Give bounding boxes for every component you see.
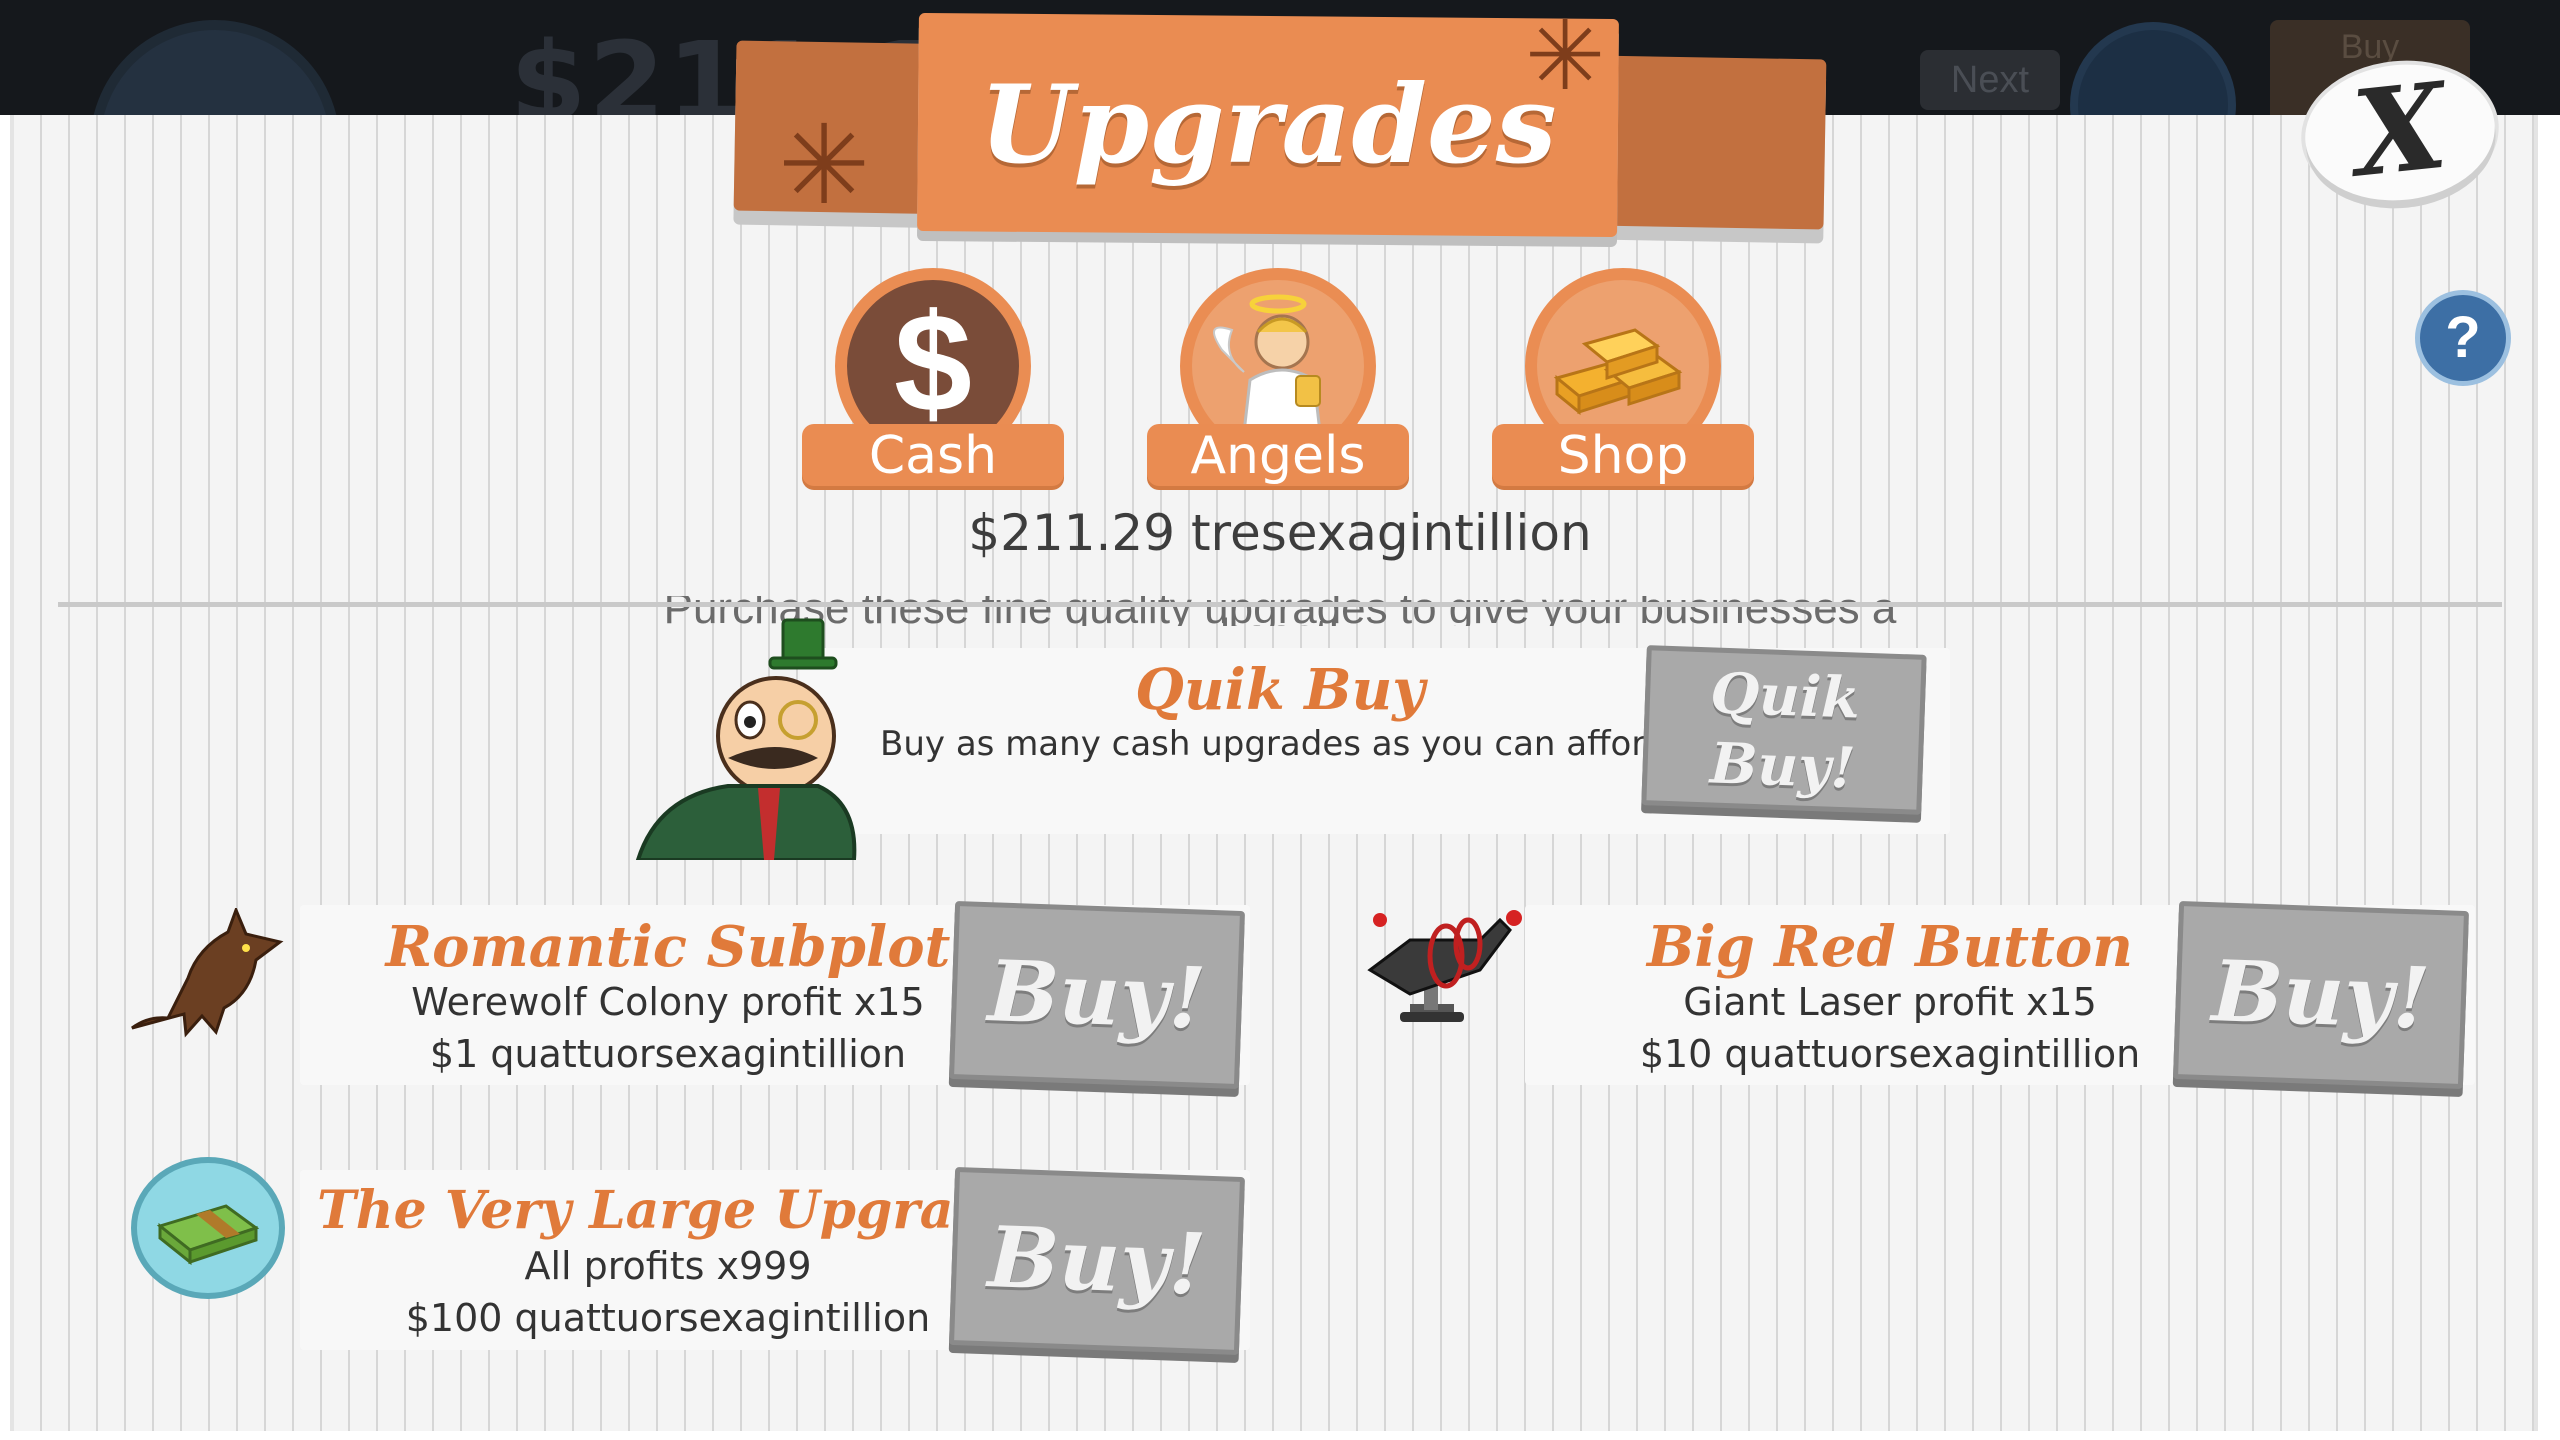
upgrade-cost: $1 quattuorsexagintillion [429, 1032, 907, 1076]
upgrade-title: Romantic Subplot [385, 914, 951, 980]
section-divider [58, 602, 2502, 607]
upgrade-effect: Werewolf Colony profit x15 [411, 980, 925, 1024]
tab-angels[interactable]: Angels [1147, 268, 1409, 488]
quik-buy-button-line1: Quik [1709, 660, 1862, 732]
upgrade-cost: $100 quattuorsexagintillion [405, 1296, 931, 1340]
quik-buy-title: Quik Buy [1135, 657, 1425, 723]
background-next-button: Next [1920, 50, 2060, 110]
tab-shop-label: Shop [1492, 424, 1754, 486]
upgrade-effect: Giant Laser profit x15 [1683, 980, 2097, 1024]
buy-button-big-red-button[interactable]: Buy! [2172, 900, 2470, 1090]
background-business-icon [90, 20, 340, 115]
upgrade-cost: $10 quattuorsexagintillion [1639, 1032, 2141, 1076]
quik-buy-description: Buy as many cash upgrades as you can aff… [880, 724, 1680, 764]
asterisk-decoration-left-icon: ✳ [778, 101, 871, 229]
quik-buy-button[interactable]: Quik Buy! [1641, 645, 1927, 815]
tab-shop[interactable]: Shop [1492, 268, 1754, 488]
upgrade-effect: All profits x999 [524, 1244, 812, 1288]
page-title: Upgrades [979, 62, 1557, 188]
tab-cash[interactable]: $ Cash [802, 268, 1064, 488]
background-manager-icon [2070, 22, 2236, 115]
balance-display: $211.29 tresexagintillion [968, 504, 1592, 562]
tab-cash-label: Cash [802, 424, 1064, 486]
mascot-icon [618, 608, 858, 862]
laser-gun-icon [1350, 900, 1530, 1040]
money-stack-icon [130, 1156, 286, 1300]
quik-buy-button-line2: Buy! [1709, 730, 1857, 802]
upgrade-title: Big Red Button [1647, 914, 2133, 980]
buy-button-romantic-subplot[interactable]: Buy! [948, 900, 1246, 1090]
upgrade-title: The Very Large Upgrade [317, 1180, 1023, 1241]
tab-angels-label: Angels [1147, 424, 1409, 486]
buy-button-very-large-upgrade[interactable]: Buy! [948, 1166, 1246, 1356]
werewolf-icon [128, 905, 288, 1038]
help-button[interactable]: ? [2415, 290, 2511, 386]
